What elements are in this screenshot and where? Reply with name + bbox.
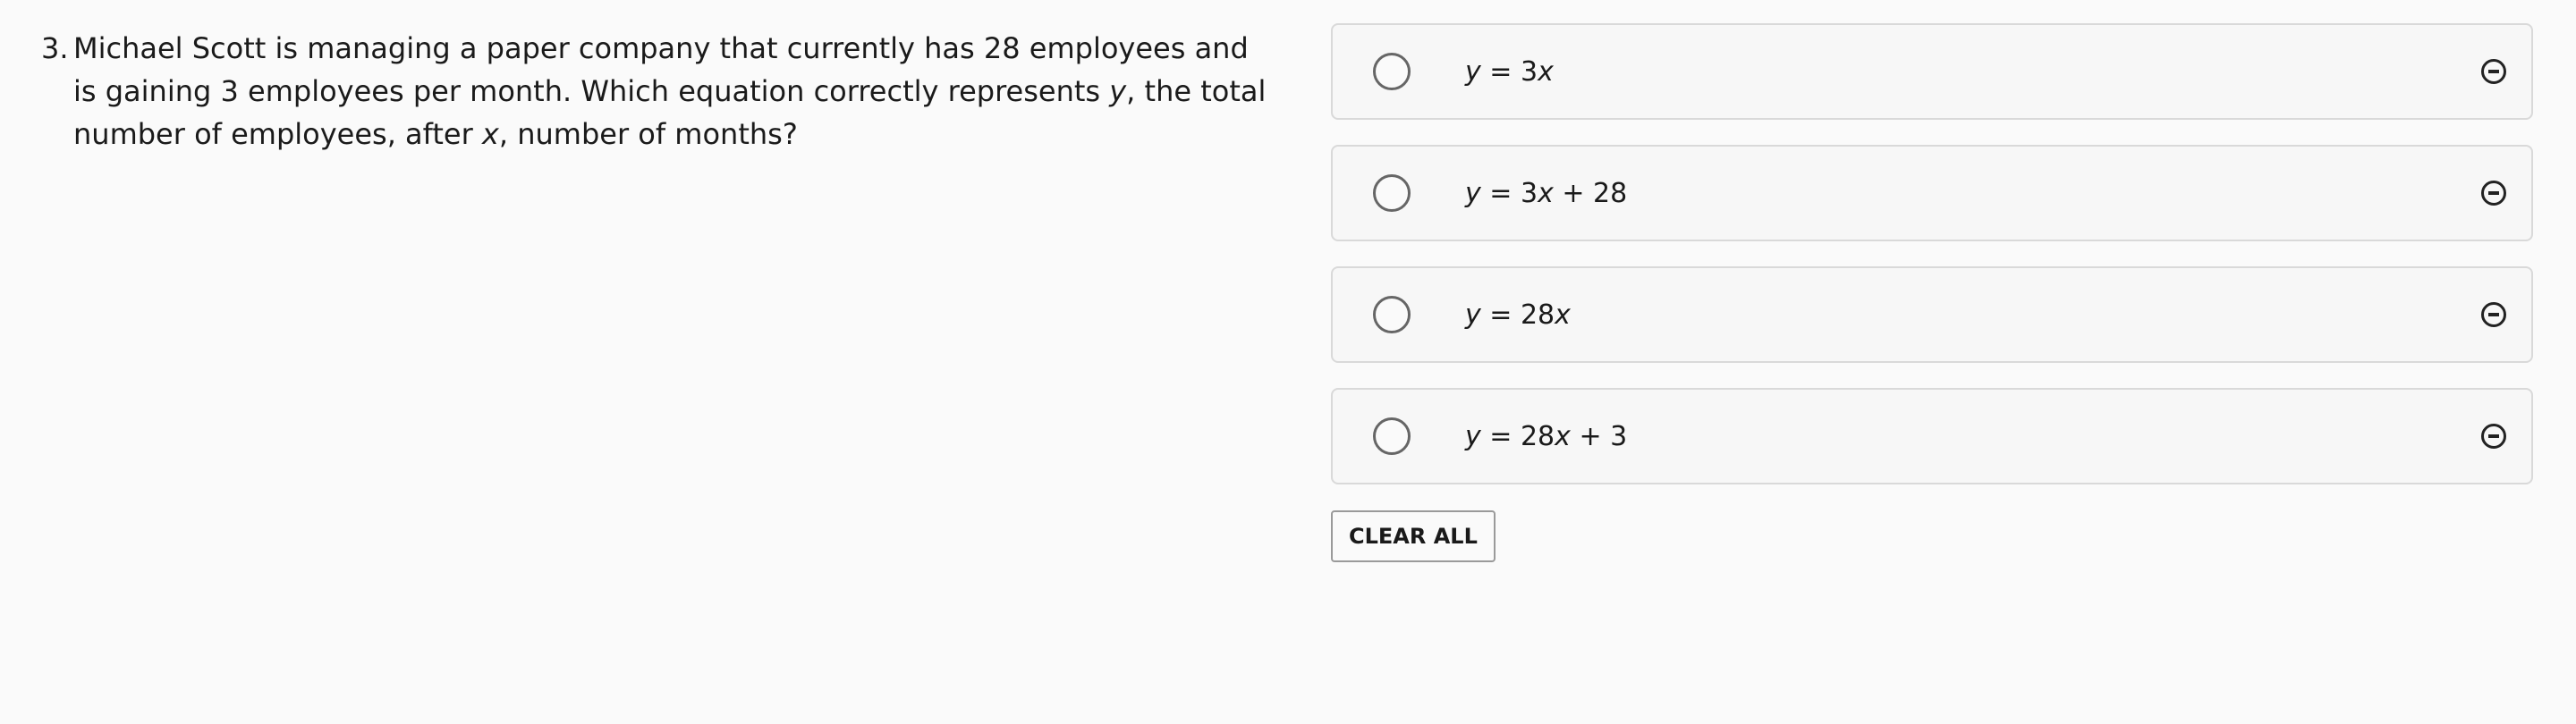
radio-empty-icon[interactable] xyxy=(1373,296,1411,333)
radio-empty-icon[interactable] xyxy=(1373,53,1411,90)
question: 3. Michael Scott is managing a paper com… xyxy=(41,27,1275,156)
question-var-y: y xyxy=(1109,74,1127,108)
question-text-part3: , number of months? xyxy=(498,117,798,151)
minus-circle-icon[interactable] xyxy=(2481,59,2506,84)
minus-circle-icon[interactable] xyxy=(2481,424,2506,449)
minus-circle-icon[interactable] xyxy=(2481,302,2506,327)
choice-equation: y = 28x + 3 xyxy=(1465,420,1628,452)
question-text: Michael Scott is managing a paper compan… xyxy=(73,27,1275,156)
question-number: 3. xyxy=(41,31,69,65)
clear-all-button[interactable]: CLEAR ALL xyxy=(1331,510,1496,562)
radio-empty-icon[interactable] xyxy=(1373,417,1411,455)
choice-equation: y = 3x + 28 xyxy=(1465,177,1628,209)
answer-choices: y = 3x y = 3x + 28 y = 28x y = 28x + 3 xyxy=(1331,23,2533,509)
question-text-part1: Michael Scott is managing a paper compan… xyxy=(73,31,1249,108)
answer-choice-a[interactable]: y = 3x xyxy=(1331,23,2533,120)
choice-equation: y = 3x xyxy=(1465,55,1554,88)
radio-empty-icon[interactable] xyxy=(1373,174,1411,212)
question-var-x: x xyxy=(481,117,499,151)
minus-circle-icon[interactable] xyxy=(2481,181,2506,206)
answer-choice-c[interactable]: y = 28x xyxy=(1331,266,2533,363)
answer-choice-b[interactable]: y = 3x + 28 xyxy=(1331,145,2533,241)
answer-choice-d[interactable]: y = 28x + 3 xyxy=(1331,388,2533,484)
choice-equation: y = 28x xyxy=(1465,299,1571,331)
